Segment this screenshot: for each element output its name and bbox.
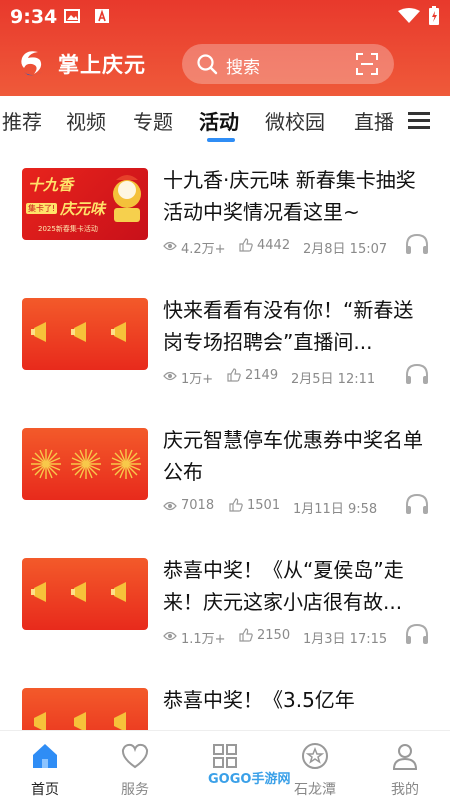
tab-video[interactable]: 视频 — [66, 106, 106, 135]
megaphone-banner-image — [31, 322, 126, 342]
article-title[interactable]: 恭喜中奖！《从“夏侯岛”走来！庆元这家小店很有故... — [163, 554, 433, 618]
watermark-text: GOGO手游网 — [208, 772, 291, 787]
megaphone-banner-image — [31, 582, 126, 602]
views-icon — [163, 501, 177, 511]
article-title[interactable]: 快来看看有没有你！“新春送岗专场招聘会”直播间... — [163, 294, 433, 358]
search-bar[interactable]: 搜索 — [182, 44, 394, 84]
headphones-icon[interactable] — [404, 232, 430, 256]
article-thumbnail — [22, 428, 148, 500]
app-logo-icon — [21, 51, 42, 76]
publish-date: 2月8日 15:07 — [303, 242, 388, 257]
tab-recommend[interactable]: 推荐 — [2, 106, 42, 135]
article-title[interactable]: 恭喜中奖！《3.5亿年 — [163, 688, 433, 730]
like-icon[interactable] — [239, 628, 253, 642]
app-header: 9:34 掌上庆元 搜索 — [0, 0, 450, 96]
article-meta: 4.2万+ 4442 2月8日 15:07 — [163, 236, 433, 257]
article-thumbnail — [22, 688, 148, 730]
views-count: 1万+ — [181, 372, 214, 387]
publish-date: 1月3日 17:15 — [303, 632, 388, 647]
thumb-main-text: 十九香 — [28, 176, 74, 194]
app-bar: 掌上庆元 搜索 — [0, 38, 450, 90]
nav-label: 我的 — [391, 782, 419, 798]
heart-icon — [121, 743, 149, 769]
image-notification-icon — [64, 9, 80, 23]
likes-count: 2150 — [257, 628, 291, 643]
publish-date: 1月11日 9:58 — [293, 502, 378, 517]
wifi-icon — [398, 8, 420, 23]
search-icon — [197, 54, 218, 75]
app-notification-icon — [95, 9, 109, 23]
list-item[interactable]: 庆元智慧停车优惠券中奖名单公布 7018 1501 1月11日 9:58 — [0, 428, 450, 558]
like-icon[interactable] — [227, 368, 241, 382]
status-bar: 9:34 — [0, 0, 450, 34]
tab-live[interactable]: 直播 — [354, 106, 394, 135]
views-count: 7018 — [181, 498, 215, 513]
nav-label: 首页 — [31, 782, 59, 798]
article-meta: 7018 1501 1月11日 9:58 — [163, 496, 433, 517]
headphones-icon[interactable] — [404, 622, 430, 646]
megaphone-banner-image — [34, 712, 126, 730]
nav-services[interactable]: 服务 — [90, 737, 180, 798]
publish-date: 2月5日 12:11 — [291, 372, 376, 387]
watermark-logo: GOGO手游网 — [200, 766, 360, 790]
menu-icon[interactable] — [408, 110, 430, 130]
thumb-sub-text: 庆元味 — [60, 200, 106, 218]
article-thumbnail — [22, 298, 148, 370]
likes-count: 2149 — [245, 368, 279, 383]
article-thumbnail — [22, 558, 148, 630]
article-title[interactable]: 庆元智慧停车优惠券中奖名单公布 — [163, 424, 433, 488]
likes-count: 1501 — [247, 498, 281, 513]
article-meta: 1.1万+ 2150 1月3日 17:15 — [163, 626, 433, 647]
nav-label: 服务 — [121, 782, 149, 798]
active-tab-indicator — [207, 138, 235, 142]
views-count: 1.1万+ — [181, 632, 226, 647]
article-meta: 1万+ 2149 2月5日 12:11 — [163, 366, 433, 387]
views-icon — [163, 241, 177, 251]
like-icon[interactable] — [229, 498, 243, 512]
status-time: 9:34 — [10, 6, 58, 28]
thumb-caption: 2025新春集卡活动 — [38, 225, 98, 233]
tab-topics[interactable]: 专题 — [133, 106, 173, 135]
views-icon — [163, 371, 177, 381]
list-item[interactable]: 快来看看有没有你！“新春送岗专场招聘会”直播间... 1万+ 2149 2月5日… — [0, 298, 450, 428]
search-placeholder: 搜索 — [226, 58, 260, 78]
like-icon[interactable] — [239, 238, 253, 252]
tab-micro-campus[interactable]: 微校园 — [265, 106, 325, 135]
headphones-icon[interactable] — [404, 492, 430, 516]
headphones-icon[interactable] — [404, 362, 430, 386]
nav-home[interactable]: 首页 — [0, 737, 90, 798]
battery-icon — [429, 6, 439, 25]
list-item[interactable]: 恭喜中奖！《从“夏侯岛”走来！庆元这家小店很有故... 1.1万+ 2150 1… — [0, 558, 450, 688]
views-count: 4.2万+ — [181, 242, 226, 257]
thumb-badge: 集卡了! — [26, 203, 58, 214]
tab-activities[interactable]: 活动 — [199, 106, 239, 135]
nav-profile[interactable]: 我的 — [360, 737, 450, 798]
article-thumbnail: 十九香 集卡了! 庆元味 2025新春集卡活动 — [22, 168, 148, 240]
fireworks-banner-image — [31, 449, 141, 479]
list-item[interactable]: 恭喜中奖！《3.5亿年 — [0, 688, 450, 730]
user-icon — [392, 744, 418, 770]
list-item[interactable]: 十九香 集卡了! 庆元味 2025新春集卡活动 十九香·庆元味 新春集卡抽奖活动… — [0, 168, 450, 298]
article-title[interactable]: 十九香·庆元味 新春集卡抽奖活动中奖情况看这里~ — [163, 164, 433, 228]
category-tabs: 推荐 视频 专题 活动 微校园 直播 — [0, 96, 450, 148]
likes-count: 4442 — [257, 238, 291, 253]
scan-icon[interactable] — [356, 53, 378, 75]
app-title: 掌上庆元 — [58, 53, 146, 77]
home-icon — [33, 744, 57, 768]
views-icon — [163, 631, 177, 641]
